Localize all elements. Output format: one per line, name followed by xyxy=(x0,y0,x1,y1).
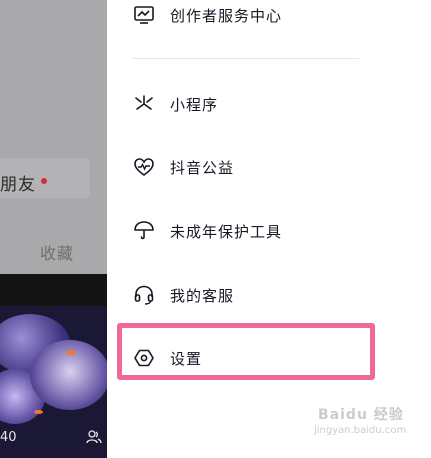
watermark-url: jingyan.baidu.com xyxy=(314,425,407,436)
friends-tab-label: 朋友 xyxy=(0,175,36,195)
umbrella-icon xyxy=(134,221,154,240)
menu-item-minor-protection[interactable]: 未成年保护工具 xyxy=(107,211,367,251)
menu-item-creator-center[interactable]: 创作者服务中心 xyxy=(107,0,367,35)
video-like-count: 40 xyxy=(0,430,17,445)
menu-item-label: 小程序 xyxy=(170,95,219,114)
settings-highlight-box xyxy=(117,323,375,380)
video-thumbnail[interactable]: 40 xyxy=(0,274,107,458)
side-drawer-menu: 创作者服务中心 小程序 抖音公益 未成年保护工具 我的客服 设置 xyxy=(107,0,431,458)
menu-item-label: 我的客服 xyxy=(170,286,235,305)
menu-item-charity[interactable]: 抖音公益 xyxy=(107,147,367,187)
mini-program-icon xyxy=(135,95,153,110)
heart-pulse-icon xyxy=(134,158,154,176)
baidu-watermark: Baidu 经验 jingyan.baidu.com xyxy=(310,404,422,440)
watermark-brand: Baidu 经验 xyxy=(318,407,404,423)
menu-item-label: 创作者服务中心 xyxy=(170,6,283,25)
chart-monitor-icon xyxy=(134,6,154,24)
profile-background: 朋友 收藏 40 xyxy=(0,0,107,458)
menu-item-label: 抖音公益 xyxy=(170,158,235,177)
divider xyxy=(133,58,359,59)
headset-icon xyxy=(134,285,154,305)
menu-item-label: 未成年保护工具 xyxy=(170,222,283,241)
menu-item-customer-service[interactable]: 我的客服 xyxy=(107,275,367,315)
notification-dot xyxy=(41,178,47,184)
tab-favorites[interactable]: 收藏 xyxy=(40,240,74,264)
people-icon xyxy=(86,430,102,444)
menu-item-mini-programs[interactable]: 小程序 xyxy=(107,84,367,124)
